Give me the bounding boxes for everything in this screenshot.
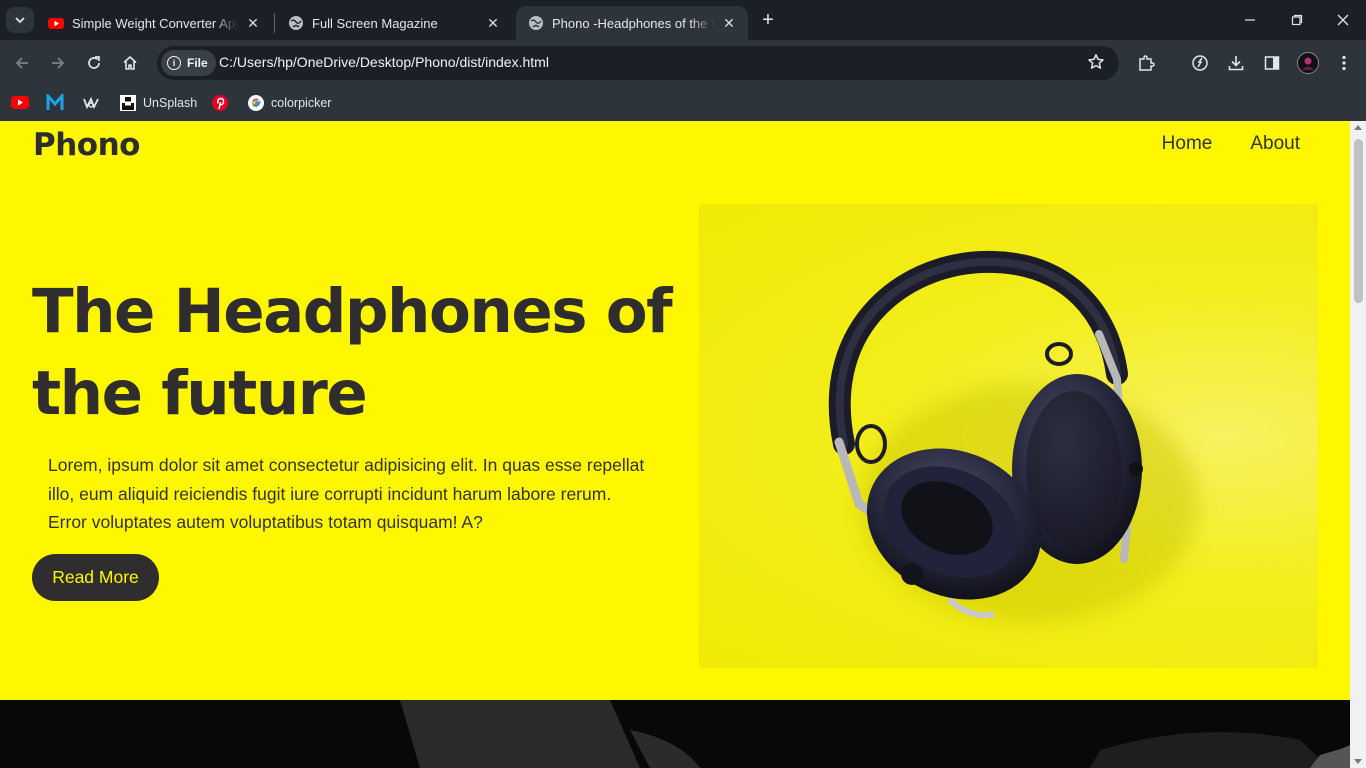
- arrow-left-icon: [15, 57, 28, 69]
- avatar-icon: [1302, 57, 1314, 70]
- close-icon[interactable]: ✕: [484, 14, 502, 32]
- back-button[interactable]: [9, 50, 35, 76]
- site-info-chip[interactable]: i File: [161, 50, 216, 76]
- restore-icon: [1291, 14, 1303, 26]
- performance-button[interactable]: [1188, 51, 1212, 75]
- nav-about-link[interactable]: About: [1250, 133, 1300, 155]
- dark-background-image: [400, 700, 1350, 768]
- headphones-illustration: [828, 250, 1199, 624]
- m-logo-icon: [46, 94, 64, 110]
- unsplash-icon: [120, 95, 136, 111]
- bookmarks-bar: UnSplash colorpicker: [0, 86, 1366, 121]
- youtube-icon: [48, 18, 64, 29]
- downloads-button[interactable]: [1224, 51, 1248, 75]
- home-button[interactable]: [117, 50, 143, 76]
- tab-title: Simple Weight Converter App W: [72, 15, 238, 31]
- hero-description: Lorem, ipsum dolor sit amet consectetur …: [48, 455, 645, 532]
- close-window-button[interactable]: [1331, 8, 1355, 32]
- tab-weight-converter[interactable]: Simple Weight Converter App W ✕: [36, 6, 272, 40]
- minimize-icon: [1245, 19, 1255, 21]
- bookmark-youtube[interactable]: [11, 92, 35, 114]
- side-panel-icon: [1264, 56, 1280, 70]
- scheme-label: File: [187, 56, 208, 70]
- globe-icon: [529, 16, 543, 30]
- side-panel-button[interactable]: [1260, 51, 1284, 75]
- read-more-button[interactable]: Read More: [32, 554, 159, 601]
- new-tab-button[interactable]: +: [757, 9, 779, 31]
- speedometer-icon: [1192, 55, 1208, 71]
- scroll-up-arrow-icon[interactable]: [1354, 125, 1362, 130]
- restore-button[interactable]: [1285, 8, 1309, 32]
- webflow-icon: [83, 96, 99, 110]
- youtube-icon: [11, 96, 29, 109]
- forward-button[interactable]: [45, 50, 71, 76]
- page-viewport: Phono Home About The Headphones of the f…: [0, 121, 1350, 768]
- google-icon: [248, 95, 264, 111]
- profile-avatar[interactable]: [1297, 52, 1319, 74]
- close-icon[interactable]: ✕: [720, 14, 738, 32]
- globe-icon: [289, 16, 303, 30]
- puzzle-icon: [1139, 55, 1155, 71]
- download-icon: [1228, 56, 1244, 71]
- tab-phono[interactable]: Phono -Headphones of the future ✕: [516, 6, 748, 40]
- nav-home-link[interactable]: Home: [1162, 133, 1213, 155]
- minimize-button[interactable]: [1238, 8, 1262, 32]
- menu-button[interactable]: [1332, 51, 1356, 75]
- main-nav: Home About: [1162, 133, 1300, 155]
- bookmark-pinterest[interactable]: [211, 92, 235, 114]
- scroll-down-arrow-icon[interactable]: [1354, 759, 1362, 764]
- bookmark-unsplash[interactable]: UnSplash: [119, 92, 197, 114]
- home-icon: [123, 56, 137, 70]
- address-bar[interactable]: i File C:/Users/hp/OneDrive/Desktop/Phon…: [157, 46, 1119, 80]
- bookmark-label: UnSplash: [143, 96, 198, 110]
- tab-title: Full Screen Magazine: [312, 15, 438, 31]
- site-logo[interactable]: Phono: [33, 127, 140, 163]
- scrollbar-thumb[interactable]: [1354, 139, 1363, 303]
- chevron-down-icon: [15, 17, 25, 24]
- info-icon: i: [167, 56, 181, 70]
- page-scrollbar[interactable]: [1350, 121, 1366, 768]
- headphones-image: [699, 204, 1318, 668]
- close-icon[interactable]: ✕: [244, 14, 262, 32]
- kebab-menu-icon: [1342, 55, 1346, 71]
- tab-divider: [274, 13, 275, 33]
- bookmark-colorpicker[interactable]: colorpicker: [247, 92, 331, 114]
- bookmark-label: colorpicker: [271, 96, 332, 110]
- reload-button[interactable]: [81, 50, 107, 76]
- star-icon[interactable]: [1087, 53, 1105, 71]
- browser-toolbar: i File C:/Users/hp/OneDrive/Desktop/Phon…: [0, 40, 1366, 86]
- next-section: [0, 700, 1350, 768]
- hero-title: The Headphones of the future: [32, 276, 673, 429]
- tab-title: Phono -Headphones of the future: [552, 15, 714, 31]
- tab-strip: Simple Weight Converter App W ✕ Full Scr…: [0, 0, 1366, 40]
- bookmark-webflow[interactable]: [82, 92, 106, 114]
- bookmark-m[interactable]: [46, 92, 70, 114]
- close-icon: [1337, 14, 1349, 26]
- arrow-right-icon: [52, 57, 65, 69]
- pinterest-icon: [212, 95, 228, 111]
- extensions-button[interactable]: [1134, 51, 1158, 75]
- reload-icon: [88, 56, 100, 69]
- tab-search-button[interactable]: [6, 7, 34, 33]
- url-text[interactable]: C:/Users/hp/OneDrive/Desktop/Phono/dist/…: [219, 54, 549, 70]
- tab-full-screen-magazine[interactable]: Full Screen Magazine ✕: [276, 6, 512, 40]
